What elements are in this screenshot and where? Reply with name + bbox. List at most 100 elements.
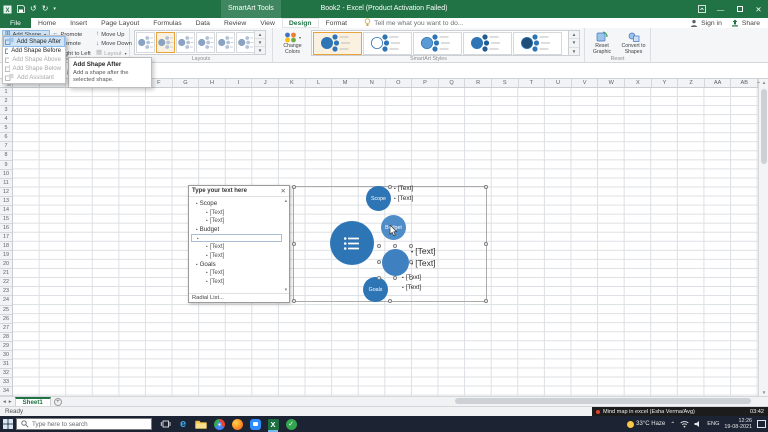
- collapse-ribbon-icon[interactable]: ⌃: [756, 81, 761, 88]
- row-header-5[interactable]: 5: [0, 124, 12, 134]
- selection-handle[interactable]: [292, 299, 296, 303]
- column-header-j[interactable]: J: [252, 79, 280, 87]
- row-header-34[interactable]: 34: [0, 387, 12, 397]
- gallery-down-button[interactable]: ▼: [569, 39, 579, 48]
- text-pane-item[interactable]: •: [191, 233, 282, 243]
- move-up-button[interactable]: ↑ Move Up: [94, 30, 126, 39]
- row-header-13[interactable]: 13: [0, 197, 12, 206]
- smartart-node-selected[interactable]: [377, 244, 413, 280]
- layout-thumb-radial-list[interactable]: [156, 32, 175, 53]
- ribbon-tab-review[interactable]: Review: [217, 18, 253, 28]
- text-pane-item[interactable]: • Scope: [191, 199, 283, 208]
- row-header-32[interactable]: 32: [0, 369, 12, 378]
- vertical-scroll-thumb[interactable]: [760, 89, 767, 164]
- tray-chevron-icon[interactable]: ⌃: [670, 421, 675, 428]
- selection-handle[interactable]: [377, 276, 381, 280]
- text-pane-item[interactable]: • [Text]: [191, 277, 283, 286]
- column-header-g[interactable]: G: [173, 79, 200, 87]
- horizontal-scroll-thumb[interactable]: [455, 398, 751, 404]
- smartart-text-placeholder[interactable]: • [Text]: [411, 246, 436, 258]
- smartart-style-thumb-moderate-effect[interactable]: [463, 31, 512, 55]
- text-pane-item[interactable]: • Goals: [191, 260, 283, 269]
- formula-input[interactable]: [80, 63, 768, 78]
- smartart-text-placeholder[interactable]: • [Text]: [411, 258, 436, 270]
- column-header-q[interactable]: Q: [439, 79, 466, 87]
- row-header-29[interactable]: 29: [0, 342, 12, 351]
- row-header-11[interactable]: 11: [0, 179, 12, 188]
- move-down-button[interactable]: ↓ Move Down: [94, 40, 134, 49]
- column-header-s[interactable]: S: [492, 79, 519, 87]
- row-header-10[interactable]: 10: [0, 170, 12, 179]
- text-pane-item[interactable]: • [Text]: [191, 216, 283, 225]
- row-header-26[interactable]: 26: [0, 315, 12, 324]
- gallery-up-button[interactable]: ▲: [255, 31, 265, 39]
- selection-handle[interactable]: [393, 244, 397, 248]
- close-button[interactable]: ✕: [749, 0, 768, 18]
- row-header-6[interactable]: 6: [0, 133, 12, 143]
- new-sheet-button[interactable]: +: [53, 397, 62, 406]
- column-header-t[interactable]: T: [519, 79, 546, 87]
- column-header-ab[interactable]: AB: [731, 79, 759, 87]
- row-header-15[interactable]: 15: [0, 215, 12, 224]
- row-header-1[interactable]: 1: [0, 88, 12, 98]
- text-pane-item[interactable]: • [Text]: [191, 251, 283, 260]
- row-header-2[interactable]: 2: [0, 97, 12, 107]
- row-header-23[interactable]: 23: [0, 287, 12, 297]
- pane-scroll-down-icon[interactable]: ▼: [284, 287, 288, 292]
- column-header-y[interactable]: Y: [652, 79, 679, 87]
- ribbon-tab-data[interactable]: Data: [189, 18, 217, 28]
- smartart-style-thumb-white-outline[interactable]: [363, 31, 412, 55]
- ribbon-tab-page-layout[interactable]: Page Layout: [94, 18, 146, 28]
- selection-handle[interactable]: [484, 185, 488, 189]
- text-pane-item[interactable]: • [Text]: [191, 242, 283, 251]
- row-header-9[interactable]: 9: [0, 161, 12, 170]
- sheet-tab-sheet1[interactable]: Sheet1: [14, 396, 51, 407]
- smartart-node-goals[interactable]: Goals: [363, 277, 388, 302]
- selection-handle[interactable]: [393, 276, 397, 280]
- start-button[interactable]: [0, 416, 16, 432]
- column-header-h[interactable]: H: [199, 79, 226, 87]
- smartart-style-thumb-subtle-effect[interactable]: [413, 31, 462, 55]
- row-header-8[interactable]: 8: [0, 151, 12, 161]
- weather-widget[interactable]: 33°C Haze: [627, 420, 665, 428]
- column-header-p[interactable]: P: [412, 79, 439, 87]
- row-header-33[interactable]: 33: [0, 378, 12, 388]
- share-button[interactable]: Share: [731, 19, 760, 27]
- layout-thumb-radial-cycle[interactable]: [236, 32, 255, 53]
- column-header-i[interactable]: I: [226, 79, 253, 87]
- minimize-button[interactable]: —: [711, 0, 730, 18]
- layout-thumb-diverging-radial[interactable]: [196, 32, 215, 53]
- layout-thumb-radial-venn[interactable]: [216, 32, 235, 53]
- row-header-4[interactable]: 4: [0, 115, 12, 125]
- taskbar-icon-zoom[interactable]: [246, 416, 264, 432]
- column-header-v[interactable]: V: [572, 79, 599, 87]
- column-header-x[interactable]: X: [625, 79, 652, 87]
- row-header-31[interactable]: 31: [0, 360, 12, 369]
- taskbar-icon-task-view[interactable]: [156, 416, 174, 432]
- menu-item-add-shape-before[interactable]: Add Shape Before: [4, 46, 64, 55]
- taskbar-icon-todo[interactable]: ✓: [282, 416, 300, 432]
- selection-handle[interactable]: [292, 185, 296, 189]
- layout-thumb-basic-radial[interactable]: [136, 32, 155, 53]
- row-header-27[interactable]: 27: [0, 324, 12, 333]
- taskbar-icon-excel[interactable]: X: [264, 416, 282, 432]
- selection-handle[interactable]: [388, 185, 392, 189]
- selection-handle[interactable]: [388, 299, 392, 303]
- row-header-24[interactable]: 24: [0, 296, 12, 306]
- selection-handle[interactable]: [292, 242, 296, 246]
- pane-scroll-up-icon[interactable]: ▲: [284, 198, 288, 203]
- row-header-12[interactable]: 12: [0, 188, 12, 197]
- selection-handle[interactable]: [377, 260, 381, 264]
- smartart-text-placeholder[interactable]: • [Text]: [402, 284, 421, 294]
- row-header-17[interactable]: 17: [0, 233, 12, 243]
- row-header-18[interactable]: 18: [0, 242, 12, 252]
- maximize-button[interactable]: [730, 0, 749, 18]
- column-header-r[interactable]: R: [465, 79, 492, 87]
- gallery-more-button[interactable]: ▼: [255, 47, 265, 54]
- scroll-down-icon[interactable]: ▼: [759, 390, 768, 395]
- gallery-more-button[interactable]: ▼: [569, 48, 579, 55]
- smartart-node-scope[interactable]: Scope: [366, 186, 391, 211]
- vertical-scrollbar[interactable]: ▲ ▼: [758, 79, 768, 396]
- taskbar-icon-edge[interactable]: e: [174, 416, 192, 432]
- ribbon-tab-view[interactable]: View: [253, 18, 282, 28]
